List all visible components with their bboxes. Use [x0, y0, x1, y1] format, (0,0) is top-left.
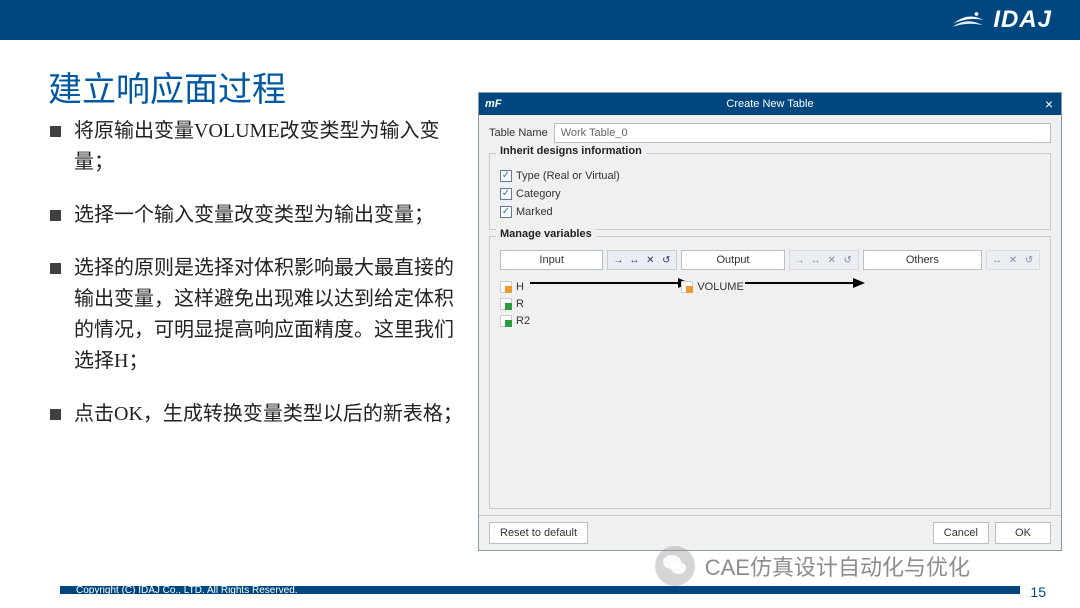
- inherit-group: Inherit designs information ✓ Type (Real…: [489, 153, 1051, 230]
- manage-variables-group: Manage variables Input → ↔ ✕ ↺: [489, 236, 1051, 509]
- table-name-input[interactable]: [554, 123, 1051, 143]
- delete-icon[interactable]: ✕: [824, 252, 840, 268]
- slide-body: 将原输出变量VOLUME改变类型为输入变量； 选择一个输入变量改变类型为输出变量…: [50, 116, 470, 452]
- delete-icon[interactable]: ✕: [642, 252, 658, 268]
- others-header-button[interactable]: Others: [863, 250, 982, 270]
- table-name-row: Table Name: [479, 115, 1061, 147]
- output-var-list[interactable]: VOLUME: [681, 274, 858, 504]
- slide-header: IDAJ: [0, 0, 1080, 40]
- checkbox-icon[interactable]: ✓: [500, 206, 512, 218]
- move-right-icon[interactable]: →: [610, 252, 626, 268]
- swap-icon[interactable]: ↔: [808, 252, 824, 268]
- var-r-row[interactable]: R: [500, 295, 677, 312]
- table-name-label: Table Name: [489, 127, 548, 139]
- flag-icon: [500, 315, 512, 327]
- input-header-button[interactable]: Input: [500, 250, 603, 270]
- inherit-group-title: Inherit designs information: [496, 145, 646, 157]
- manage-group-title: Manage variables: [496, 228, 596, 240]
- bullet-item: 点击OK，生成转换变量类型以后的新表格；: [50, 399, 470, 430]
- output-column: Output → ↔ ✕ ↺ VOLUME: [681, 250, 858, 504]
- checkbox-icon[interactable]: ✓: [500, 170, 512, 182]
- bullet-item: 选择一个输入变量改变类型为输出变量；: [50, 200, 470, 231]
- input-column: Input → ↔ ✕ ↺ H R: [500, 250, 677, 504]
- close-icon[interactable]: ×: [1045, 97, 1053, 111]
- input-tools[interactable]: → ↔ ✕ ↺: [607, 250, 677, 270]
- create-new-table-dialog: mF Create New Table × Table Name Inherit…: [478, 92, 1062, 551]
- output-tools[interactable]: → ↔ ✕ ↺: [789, 250, 859, 270]
- var-r2-row[interactable]: R2: [500, 312, 677, 329]
- flag-icon: [500, 281, 512, 293]
- flag-icon: [681, 281, 693, 293]
- dialog-titlebar[interactable]: mF Create New Table ×: [479, 93, 1061, 115]
- reset-button[interactable]: Reset to default: [489, 522, 588, 544]
- inherit-category-label: Category: [516, 188, 561, 200]
- var-h-row[interactable]: H: [500, 278, 677, 295]
- page-number: 15: [1030, 584, 1046, 600]
- inherit-type-row[interactable]: ✓ Type (Real or Virtual): [500, 167, 1040, 185]
- inherit-category-row[interactable]: ✓ Category: [500, 185, 1040, 203]
- slide-footer: Copyright (C) IDAJ Co., LTD. All Rights …: [0, 572, 1080, 604]
- others-column: Others ↔ ✕ ↺: [863, 250, 1040, 504]
- dialog-button-row: Reset to default Cancel OK: [479, 515, 1061, 550]
- others-tools[interactable]: ↔ ✕ ↺: [986, 250, 1040, 270]
- move-right-icon[interactable]: →: [792, 252, 808, 268]
- delete-icon[interactable]: ✕: [1005, 252, 1021, 268]
- inherit-type-label: Type (Real or Virtual): [516, 170, 620, 182]
- slide-title: 建立响应面过程: [48, 62, 286, 111]
- idaj-swoosh-icon: [951, 8, 985, 32]
- copyright: Copyright (C) IDAJ Co., LTD. All Rights …: [76, 585, 298, 596]
- undo-icon[interactable]: ↺: [1021, 252, 1037, 268]
- cancel-button[interactable]: Cancel: [933, 522, 989, 544]
- swap-icon[interactable]: ↔: [626, 252, 642, 268]
- var-volume-row[interactable]: VOLUME: [681, 278, 858, 295]
- checkbox-icon[interactable]: ✓: [500, 188, 512, 200]
- inherit-marked-label: Marked: [516, 206, 553, 218]
- input-var-list[interactable]: H R R2: [500, 274, 677, 504]
- inherit-marked-row[interactable]: ✓ Marked: [500, 203, 1040, 221]
- swap-icon[interactable]: ↔: [989, 252, 1005, 268]
- undo-icon[interactable]: ↺: [658, 252, 674, 268]
- brand-logo: IDAJ: [951, 6, 1052, 34]
- bullet-item: 选择的原则是选择对体积影响最大最直接的输出变量，这样避免出现难以达到给定体积的情…: [50, 253, 470, 377]
- output-header-button[interactable]: Output: [681, 250, 784, 270]
- brand-name: IDAJ: [993, 6, 1052, 34]
- others-var-list[interactable]: [863, 274, 1040, 504]
- flag-icon: [500, 298, 512, 310]
- ok-button[interactable]: OK: [995, 522, 1051, 544]
- bullet-item: 将原输出变量VOLUME改变类型为输入变量；: [50, 116, 470, 178]
- undo-icon[interactable]: ↺: [840, 252, 856, 268]
- dialog-title: Create New Table: [479, 98, 1061, 110]
